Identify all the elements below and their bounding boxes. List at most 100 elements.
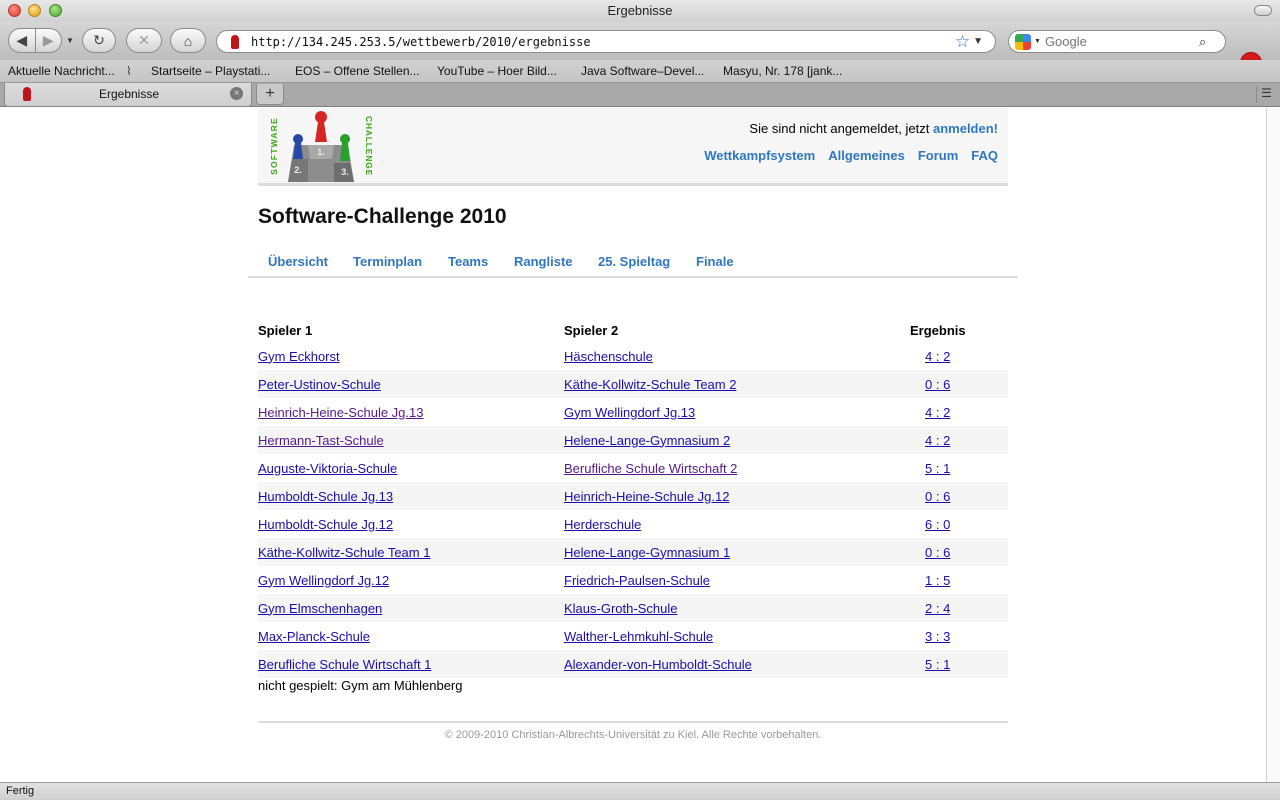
window-titlebar: Ergebnisse <box>0 0 1280 22</box>
bookmark-item[interactable]: EOS – Offene Stellen... <box>295 64 420 78</box>
zoom-window-button[interactable] <box>49 4 62 17</box>
forward-button[interactable]: ▶ <box>35 32 61 49</box>
svg-text:1.: 1. <box>317 147 325 157</box>
player2-link[interactable]: Klaus-Groth-Schule <box>564 601 677 616</box>
rss-icon: ⌇ <box>126 64 132 78</box>
player2-link[interactable]: Helene-Lange-Gymnasium 2 <box>564 433 730 448</box>
player1-link[interactable]: Humboldt-Schule Jg.12 <box>258 517 393 532</box>
tab-close-icon[interactable]: × <box>230 87 243 100</box>
result-link[interactable]: 0 : 6 <box>925 545 950 560</box>
address-bar[interactable]: http://134.245.253.5/wettbewerb/2010/erg… <box>216 30 996 53</box>
minimize-window-button[interactable] <box>28 4 41 17</box>
player1-link[interactable]: Auguste-Viktoria-Schule <box>258 461 397 476</box>
player1-link[interactable]: Gym Wellingdorf Jg.12 <box>258 573 389 588</box>
tab-list-icon[interactable]: ☰ <box>1256 86 1276 103</box>
table-row: Hermann-Tast-Schule Helene-Lange-Gymnasi… <box>258 426 1008 454</box>
reload-button[interactable]: ↻ <box>82 28 116 53</box>
player2-link[interactable]: Käthe-Kollwitz-Schule Team 2 <box>564 377 736 392</box>
site-header: SOFTWARE CHALLENGE 1. 2. 3. Sie sind nic… <box>258 108 1008 186</box>
nav-faq[interactable]: FAQ <box>971 148 998 163</box>
tab-ergebnisse[interactable]: Ergebnisse × <box>4 83 252 107</box>
player2-link[interactable]: Gym Wellingdorf Jg.13 <box>564 405 695 420</box>
stop-button[interactable]: ✕ <box>126 28 162 53</box>
table-row: Käthe-Kollwitz-Schule Team 1 Helene-Lang… <box>258 538 1008 566</box>
result-link[interactable]: 4 : 2 <box>925 405 950 420</box>
result-link[interactable]: 3 : 3 <box>925 629 950 644</box>
nav-forum[interactable]: Forum <box>918 148 958 163</box>
player1-link[interactable]: Heinrich-Heine-Schule Jg.13 <box>258 405 423 420</box>
bookmark-star-icon[interactable]: ☆ <box>955 32 970 52</box>
result-link[interactable]: 0 : 6 <box>925 377 950 392</box>
subnav-uebersicht[interactable]: Übersicht <box>268 254 328 269</box>
tab-label: Ergebnisse <box>98 87 160 101</box>
login-link[interactable]: anmelden! <box>933 121 998 136</box>
vertical-scrollbar[interactable] <box>1266 108 1280 782</box>
software-challenge-logo[interactable]: SOFTWARE CHALLENGE 1. 2. 3. <box>268 109 374 183</box>
back-button[interactable]: ◀ <box>9 32 35 49</box>
home-button[interactable]: ⌂ <box>170 28 206 53</box>
player1-link[interactable]: Gym Elmschenhagen <box>258 601 382 616</box>
toolbar-toggle-button[interactable] <box>1254 5 1272 16</box>
table-row: Auguste-Viktoria-Schule Berufliche Schul… <box>258 454 1008 482</box>
player2-link[interactable]: Walther-Lehmkuhl-Schule <box>564 629 713 644</box>
close-window-button[interactable] <box>8 4 21 17</box>
bookmark-item[interactable]: Java Software–Devel... <box>581 64 704 78</box>
bookmark-item[interactable]: Masyu, Nr. 178 [jank... <box>723 64 842 78</box>
player1-link[interactable]: Peter-Ustinov-Schule <box>258 377 381 392</box>
subnav-rangliste[interactable]: Rangliste <box>514 254 573 269</box>
login-text: Sie sind nicht angemeldet, jetzt <box>749 121 933 136</box>
player2-link[interactable]: Heinrich-Heine-Schule Jg.12 <box>564 489 729 504</box>
table-header-row: Spieler 1 Spieler 2 Ergebnis <box>258 318 1008 342</box>
player2-link[interactable]: Helene-Lange-Gymnasium 1 <box>564 545 730 560</box>
result-link[interactable]: 1 : 5 <box>925 573 950 588</box>
table-row: Berufliche Schule Wirtschaft 1 Alexander… <box>258 650 1008 678</box>
svg-text:2.: 2. <box>294 165 302 175</box>
search-bar[interactable]: ▼ ⌕ <box>1008 30 1226 53</box>
player1-link[interactable]: Humboldt-Schule Jg.13 <box>258 489 393 504</box>
player2-link[interactable]: Herderschule <box>564 517 641 532</box>
table-row: Humboldt-Schule Jg.12 Herderschule 6 : 0 <box>258 510 1008 538</box>
tab-bar: Ergebnisse × + ☰ <box>0 83 1280 107</box>
bookmark-item[interactable]: Aktuelle Nachricht... <box>8 64 115 78</box>
google-engine-icon[interactable] <box>1015 33 1031 50</box>
nav-allgemeines[interactable]: Allgemeines <box>828 148 905 163</box>
search-icon[interactable]: ⌕ <box>1199 34 1206 50</box>
search-input[interactable] <box>1044 34 1195 49</box>
player1-link[interactable]: Hermann-Tast-Schule <box>258 433 384 448</box>
header-player2: Spieler 2 <box>564 322 619 338</box>
player2-link[interactable]: Alexander-von-Humboldt-Schule <box>564 657 752 672</box>
player1-link[interactable]: Berufliche Schule Wirtschaft 1 <box>258 657 431 672</box>
url-dropdown-icon[interactable]: ▼ <box>973 36 983 47</box>
svg-text:3.: 3. <box>341 167 349 177</box>
subnav-terminplan[interactable]: Terminplan <box>353 254 422 269</box>
result-link[interactable]: 4 : 2 <box>925 433 950 448</box>
result-link[interactable]: 2 : 4 <box>925 601 950 616</box>
player2-link[interactable]: Häschenschule <box>564 349 653 364</box>
subnav-spieltag[interactable]: 25. Spieltag <box>598 254 670 269</box>
result-link[interactable]: 4 : 2 <box>925 349 950 364</box>
subnav-finale[interactable]: Finale <box>696 254 734 269</box>
nav-wettkampfsystem[interactable]: Wettkampfsystem <box>704 148 815 163</box>
player1-link[interactable]: Käthe-Kollwitz-Schule Team 1 <box>258 545 430 560</box>
history-dropdown-icon[interactable]: ▼ <box>66 36 74 45</box>
result-link[interactable]: 6 : 0 <box>925 517 950 532</box>
new-tab-button[interactable]: + <box>256 84 284 105</box>
player1-link[interactable]: Max-Planck-Schule <box>258 629 370 644</box>
top-navigation: Wettkampfsystem Allgemeines Forum FAQ <box>704 148 998 163</box>
bookmark-item[interactable]: Startseite – Playstati... <box>151 64 270 78</box>
engine-dropdown-icon[interactable]: ▼ <box>1034 38 1041 45</box>
result-link[interactable]: 0 : 6 <box>925 489 950 504</box>
table-row: Gym Elmschenhagen Klaus-Groth-Schule 2 :… <box>258 594 1008 622</box>
page-title: Software-Challenge 2010 <box>258 205 507 228</box>
url-text[interactable]: http://134.245.253.5/wettbewerb/2010/erg… <box>251 35 955 49</box>
result-link[interactable]: 5 : 1 <box>925 461 950 476</box>
table-row: Gym Wellingdorf Jg.12 Friedrich-Paulsen-… <box>258 566 1008 594</box>
bookmark-item[interactable]: YouTube – Hoer Bild... <box>437 64 557 78</box>
result-link[interactable]: 5 : 1 <box>925 657 950 672</box>
subnav-teams[interactable]: Teams <box>448 254 488 269</box>
player1-link[interactable]: Gym Eckhorst <box>258 349 340 364</box>
player2-link[interactable]: Berufliche Schule Wirtschaft 2 <box>564 461 737 476</box>
player2-link[interactable]: Friedrich-Paulsen-Schule <box>564 573 710 588</box>
table-row: Peter-Ustinov-Schule Käthe-Kollwitz-Schu… <box>258 370 1008 398</box>
back-forward-group: ◀ ▶ <box>8 28 62 53</box>
